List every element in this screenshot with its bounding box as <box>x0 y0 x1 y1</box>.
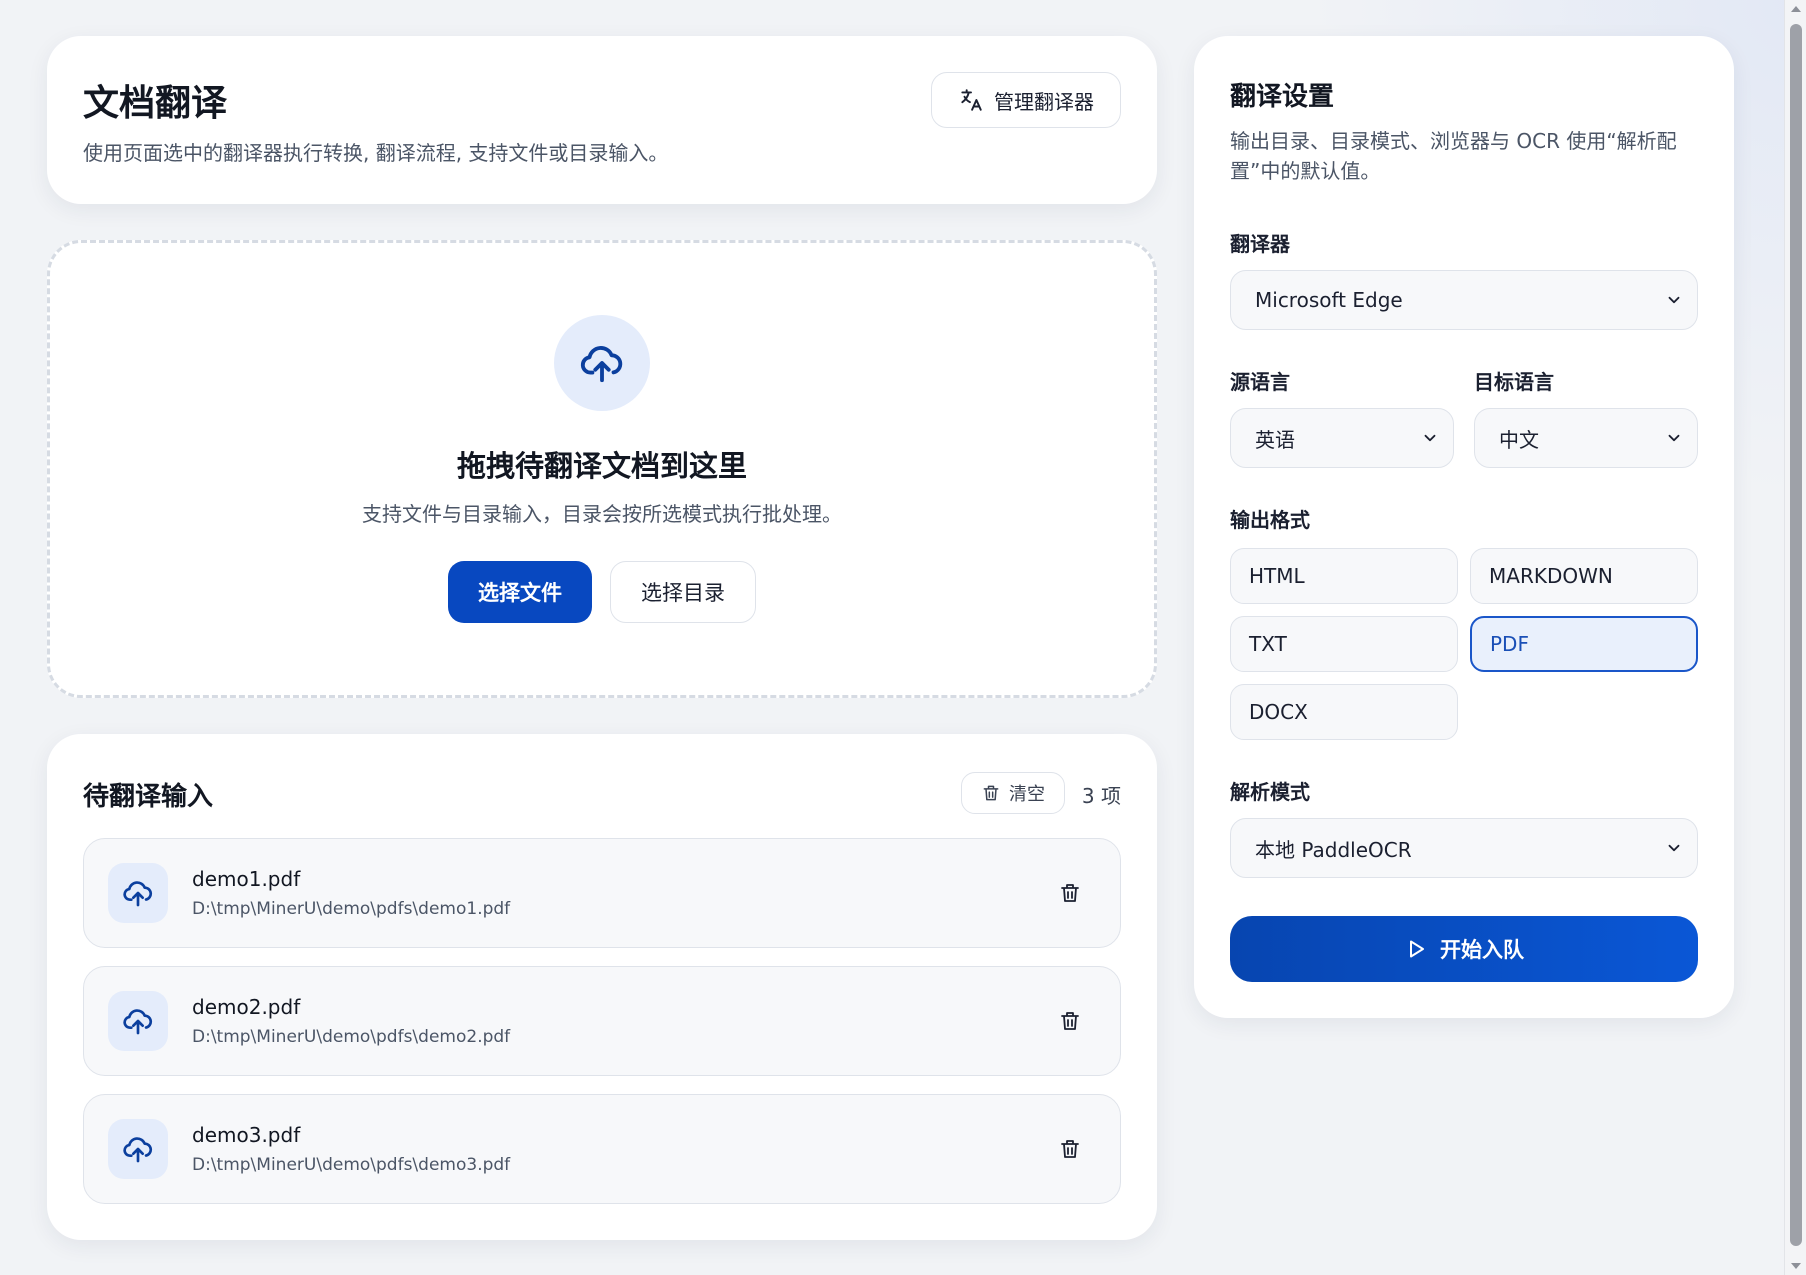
file-name: demo1.pdf <box>192 867 301 891</box>
scroll-thumb[interactable] <box>1790 24 1802 1246</box>
trash-icon <box>1061 1012 1079 1030</box>
chevron-down-icon <box>1668 296 1680 304</box>
scroll-up-arrow-icon[interactable] <box>1791 6 1801 12</box>
page-scrollbar[interactable] <box>1784 0 1806 1275</box>
upload-actions: 选择文件 选择目录 <box>50 561 1154 623</box>
parse-mode-value: 本地 PaddleOCR <box>1255 837 1412 862</box>
chevron-down-icon <box>1424 434 1436 442</box>
target-language-value: 中文 <box>1499 427 1539 452</box>
file-name: demo2.pdf <box>192 995 301 1019</box>
source-language-label: 源语言 <box>1230 370 1290 394</box>
chevron-down-icon <box>1668 434 1680 442</box>
format-option-txt[interactable]: TXT <box>1230 616 1458 672</box>
trash-icon <box>983 785 999 801</box>
file-icon-wrap <box>108 863 168 923</box>
file-path: D:\tmp\MinerU\demo\pdfs\demo1.pdf <box>192 899 511 919</box>
start-queue-label: 开始入队 <box>1440 938 1524 962</box>
translator-label: 翻译器 <box>1230 232 1290 256</box>
file-icon-wrap <box>108 1119 168 1179</box>
target-language-select[interactable]: 中文 <box>1474 408 1698 468</box>
file-icon-wrap <box>108 991 168 1051</box>
trash-icon <box>1061 1140 1079 1158</box>
parse-mode-label: 解析模式 <box>1230 780 1310 804</box>
queue-title: 待翻译输入 <box>83 782 214 812</box>
translator-select[interactable]: Microsoft Edge <box>1230 270 1698 330</box>
cloud-upload-icon <box>123 1009 153 1035</box>
play-icon <box>1410 940 1424 958</box>
manage-translators-label: 管理翻译器 <box>994 89 1094 114</box>
format-option-html[interactable]: HTML <box>1230 548 1458 604</box>
chevron-down-icon <box>1668 844 1680 852</box>
upload-title: 拖拽待翻译文档到这里 <box>456 449 747 483</box>
clear-queue-label: 清空 <box>1009 784 1045 805</box>
file-list: demo1.pdf D:\tmp\MinerU\demo\pdfs\demo1.… <box>83 838 1121 1222</box>
file-path: D:\tmp\MinerU\demo\pdfs\demo2.pdf <box>192 1027 511 1047</box>
format-option-pdf[interactable]: PDF <box>1470 616 1698 672</box>
page-title: 文档翻译 <box>83 83 228 124</box>
target-language-label: 目标语言 <box>1474 370 1554 394</box>
file-item[interactable]: demo1.pdf D:\tmp\MinerU\demo\pdfs\demo1.… <box>83 838 1121 948</box>
start-queue-button[interactable]: 开始入队 <box>1230 916 1698 982</box>
upload-dropzone[interactable]: 拖拽待翻译文档到这里 支持文件与目录输入，目录会按所选模式执行批处理。 选择文件… <box>47 240 1157 698</box>
delete-file-button[interactable] <box>1056 1007 1084 1035</box>
file-item[interactable]: demo3.pdf D:\tmp\MinerU\demo\pdfs\demo3.… <box>83 1094 1121 1204</box>
upload-description: 支持文件与目录输入，目录会按所选模式执行批处理。 <box>362 502 842 526</box>
file-path: D:\tmp\MinerU\demo\pdfs\demo3.pdf <box>192 1155 511 1175</box>
select-file-button[interactable]: 选择文件 <box>448 561 592 623</box>
manage-translators-button[interactable]: 管理翻译器 <box>931 72 1121 128</box>
queue-count: 3 项 <box>1081 784 1121 808</box>
output-format-label: 输出格式 <box>1230 508 1310 532</box>
upload-icon-wrap <box>554 315 650 411</box>
translator-value: Microsoft Edge <box>1255 288 1403 312</box>
parse-mode-select[interactable]: 本地 PaddleOCR <box>1230 818 1698 878</box>
settings-description: 输出目录、目录模式、浏览器与 OCR 使用“解析配置”中的默认值。 <box>1230 129 1677 183</box>
source-language-value: 英语 <box>1255 427 1295 452</box>
clear-queue-button[interactable]: 清空 <box>961 772 1065 814</box>
file-item[interactable]: demo2.pdf D:\tmp\MinerU\demo\pdfs\demo2.… <box>83 966 1121 1076</box>
cloud-upload-icon <box>123 881 153 907</box>
file-name: demo3.pdf <box>192 1123 301 1147</box>
delete-file-button[interactable] <box>1056 879 1084 907</box>
page-subtitle: 使用页面选中的翻译器执行转换, 翻译流程, 支持文件或目录输入。 <box>83 141 669 165</box>
format-option-markdown[interactable]: MARKDOWN <box>1470 548 1698 604</box>
cloud-upload-icon <box>123 1137 153 1163</box>
translate-icon <box>961 89 982 111</box>
format-option-docx[interactable]: DOCX <box>1230 684 1458 740</box>
header-card: 文档翻译 使用页面选中的翻译器执行转换, 翻译流程, 支持文件或目录输入。 管理… <box>47 36 1157 204</box>
select-directory-button[interactable]: 选择目录 <box>610 561 756 623</box>
settings-card: 翻译设置 输出目录、目录模式、浏览器与 OCR 使用“解析配置”中的默认值。 翻… <box>1194 36 1734 1018</box>
cloud-upload-icon <box>580 346 623 383</box>
trash-icon <box>1061 884 1079 902</box>
scroll-down-arrow-icon[interactable] <box>1791 1263 1801 1269</box>
delete-file-button[interactable] <box>1056 1135 1084 1163</box>
source-language-select[interactable]: 英语 <box>1230 408 1454 468</box>
settings-title: 翻译设置 <box>1230 82 1335 112</box>
queue-card: 待翻译输入 清空 3 项 demo1.pdf D:\tmp\MinerU\dem… <box>47 734 1157 1240</box>
